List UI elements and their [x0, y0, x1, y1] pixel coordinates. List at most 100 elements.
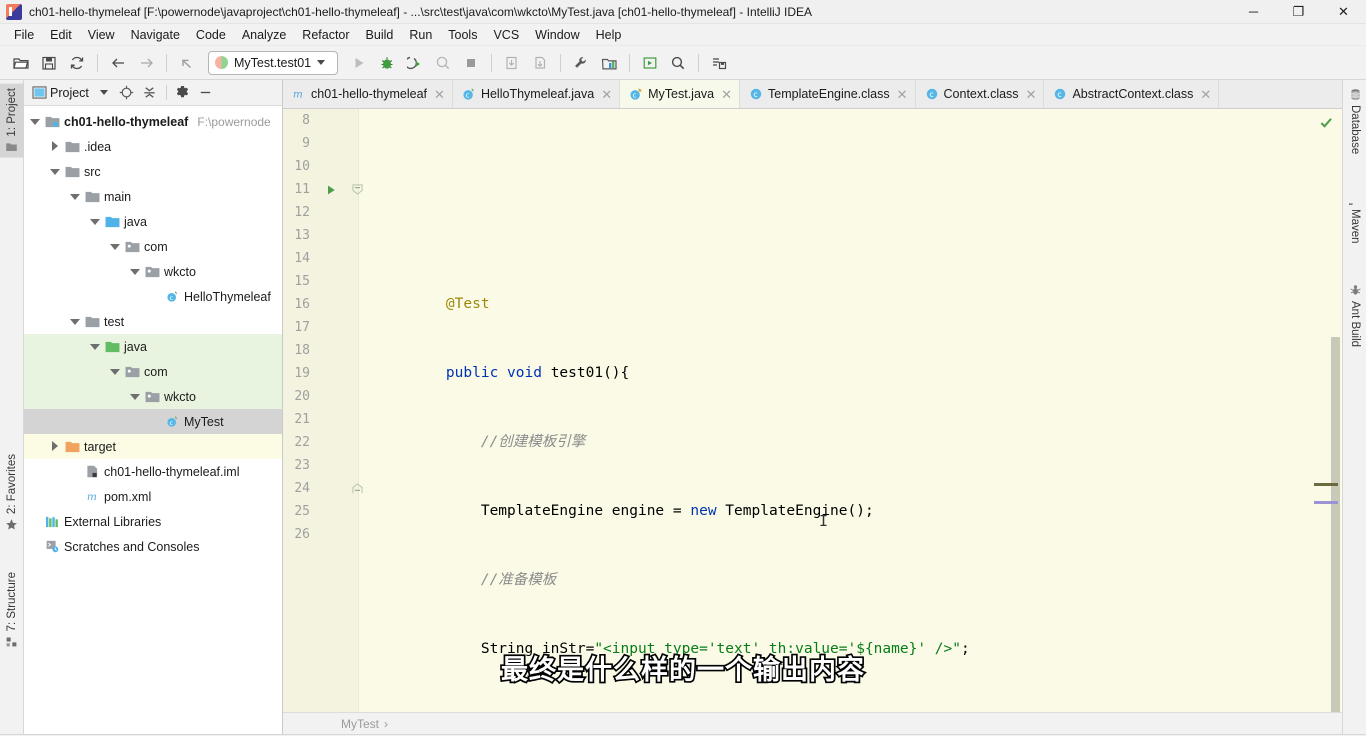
- menu-analyze[interactable]: Analyze: [234, 25, 294, 45]
- tree-node[interactable]: wkcto: [24, 259, 282, 284]
- hide-panel-icon[interactable]: [196, 83, 216, 103]
- tree-node[interactable]: com: [24, 234, 282, 259]
- forward-arrow-icon[interactable]: [133, 50, 159, 76]
- debug-icon[interactable]: [374, 50, 400, 76]
- scrollbar-thumb[interactable]: [1331, 337, 1340, 712]
- maximize-button[interactable]: ❐: [1276, 0, 1321, 24]
- tree-node[interactable]: main: [24, 184, 282, 209]
- menu-view[interactable]: View: [80, 25, 123, 45]
- project-structure-icon[interactable]: [596, 50, 622, 76]
- sidebar-item-ant-build[interactable]: Ant Build: [1343, 280, 1366, 351]
- run-icon[interactable]: [346, 50, 372, 76]
- tree-node[interactable]: c MyTest: [24, 409, 282, 434]
- open-folder-icon[interactable]: [8, 50, 34, 76]
- chevron-down-icon[interactable]: [94, 83, 114, 103]
- sidebar-item-structure[interactable]: 7: Structure: [0, 568, 24, 652]
- database-sync-icon[interactable]: [706, 50, 732, 76]
- chevron-down-icon[interactable]: [50, 166, 61, 177]
- menu-code[interactable]: Code: [188, 25, 234, 45]
- menu-window[interactable]: Window: [527, 25, 587, 45]
- breadcrumb[interactable]: MyTest ›: [283, 712, 1342, 734]
- close-icon[interactable]: ✕: [434, 88, 445, 101]
- code-content[interactable]: @Test public void test01(){ //创建模板引擎 Tem…: [359, 109, 1342, 712]
- menu-build[interactable]: Build: [358, 25, 402, 45]
- tree-node[interactable]: test: [24, 309, 282, 334]
- menu-vcs[interactable]: VCS: [485, 25, 527, 45]
- settings-wrench-icon[interactable]: [568, 50, 594, 76]
- run-test-gutter-icon[interactable]: [323, 178, 339, 201]
- tab-TemplateEngine-class[interactable]: c TemplateEngine.class ✕: [740, 80, 916, 108]
- undo-icon[interactable]: [174, 50, 200, 76]
- tree-node[interactable]: com: [24, 359, 282, 384]
- tree-node[interactable]: Scratches and Consoles: [24, 534, 282, 559]
- chevron-right-icon[interactable]: [50, 141, 61, 152]
- chevron-down-icon[interactable]: [110, 241, 121, 252]
- menu-navigate[interactable]: Navigate: [123, 25, 188, 45]
- chevron-down-icon[interactable]: [70, 191, 81, 202]
- tree-node[interactable]: java: [24, 209, 282, 234]
- scroll-from-source-icon[interactable]: [117, 83, 137, 103]
- commit-icon[interactable]: [527, 50, 553, 76]
- editor-marker-warning[interactable]: [1314, 483, 1338, 486]
- tree-node[interactable]: c HelloThymeleaf: [24, 284, 282, 309]
- close-icon[interactable]: ✕: [897, 88, 908, 101]
- chevron-down-icon[interactable]: [130, 391, 141, 402]
- menu-help[interactable]: Help: [588, 25, 630, 45]
- chevron-down-icon[interactable]: [90, 216, 101, 227]
- chevron-down-icon[interactable]: [70, 316, 81, 327]
- chevron-down-icon[interactable]: [130, 266, 141, 277]
- menu-file[interactable]: File: [6, 25, 42, 45]
- chevron-down-icon[interactable]: [30, 116, 41, 127]
- tab-Context-class[interactable]: c Context.class ✕: [915, 80, 1045, 108]
- menu-run[interactable]: Run: [401, 25, 440, 45]
- close-icon[interactable]: ✕: [721, 88, 732, 101]
- editor-gutter[interactable]: 8 9 10 11 12 13 14 15 16 17 18 19 20 21 22 23 24 25 26: [283, 109, 363, 712]
- sidebar-item-maven[interactable]: m Maven: [1343, 188, 1366, 248]
- tree-node[interactable]: ch01-hello-thymeleaf F:\powernode: [24, 109, 282, 134]
- sidebar-item-database[interactable]: Database: [1343, 84, 1366, 158]
- profile-icon[interactable]: [430, 50, 456, 76]
- tab-ch01-hello-thymeleaf[interactable]: m ch01-hello-thymeleaf ✕: [283, 80, 453, 108]
- chevron-right-icon[interactable]: [50, 441, 61, 452]
- back-arrow-icon[interactable]: [105, 50, 131, 76]
- chevron-down-icon[interactable]: [90, 341, 101, 352]
- sync-icon[interactable]: [64, 50, 90, 76]
- code-editor[interactable]: 8 9 10 11 12 13 14 15 16 17 18 19 20 21 22 23 24 25 26 @Te…: [283, 109, 1342, 712]
- update-project-icon[interactable]: [499, 50, 525, 76]
- close-button[interactable]: ✕: [1321, 0, 1366, 24]
- search-everywhere-icon[interactable]: [665, 50, 691, 76]
- project-tree[interactable]: ch01-hello-thymeleaf F:\powernode .idea src…: [24, 106, 282, 734]
- close-icon[interactable]: ✕: [1200, 88, 1211, 101]
- run-with-coverage-icon[interactable]: [402, 50, 428, 76]
- tree-node[interactable]: .idea: [24, 134, 282, 159]
- tree-node[interactable]: src: [24, 159, 282, 184]
- tab-MyTest-java[interactable]: c MyTest.java ✕: [620, 80, 741, 108]
- menu-edit[interactable]: Edit: [42, 25, 80, 45]
- run-configuration-selector[interactable]: MyTest.test01: [208, 50, 338, 75]
- tree-node[interactable]: External Libraries: [24, 509, 282, 534]
- tree-node[interactable]: ch01-hello-thymeleaf.iml: [24, 459, 282, 484]
- collapse-all-icon[interactable]: [140, 83, 160, 103]
- inspection-ok-icon[interactable]: [1319, 115, 1334, 130]
- menu-tools[interactable]: Tools: [440, 25, 485, 45]
- tab-HelloThymeleaf-java[interactable]: c HelloThymeleaf.java ✕: [452, 80, 621, 108]
- minimize-button[interactable]: ─: [1231, 0, 1276, 24]
- breadcrumb-item-class[interactable]: MyTest: [341, 717, 379, 731]
- tree-node[interactable]: m pom.xml: [24, 484, 282, 509]
- editor-marker-usage[interactable]: [1314, 501, 1338, 504]
- editor-scrollbar[interactable]: [1328, 109, 1342, 712]
- chevron-down-icon[interactable]: [110, 366, 121, 377]
- sidebar-item-favorites[interactable]: 2: Favorites: [0, 450, 24, 535]
- gear-icon[interactable]: [173, 83, 193, 103]
- close-icon[interactable]: ✕: [601, 88, 612, 101]
- tab-AbstractContext-class[interactable]: c AbstractContext.class ✕: [1044, 80, 1220, 108]
- tree-node[interactable]: wkcto: [24, 384, 282, 409]
- sidebar-item-project[interactable]: 1: Project: [0, 84, 24, 158]
- tree-node[interactable]: java: [24, 334, 282, 359]
- tree-node[interactable]: target: [24, 434, 282, 459]
- stop-icon[interactable]: [458, 50, 484, 76]
- save-all-icon[interactable]: [36, 50, 62, 76]
- select-in-icon[interactable]: [637, 50, 663, 76]
- close-icon[interactable]: ✕: [1026, 88, 1037, 101]
- menu-refactor[interactable]: Refactor: [294, 25, 357, 45]
